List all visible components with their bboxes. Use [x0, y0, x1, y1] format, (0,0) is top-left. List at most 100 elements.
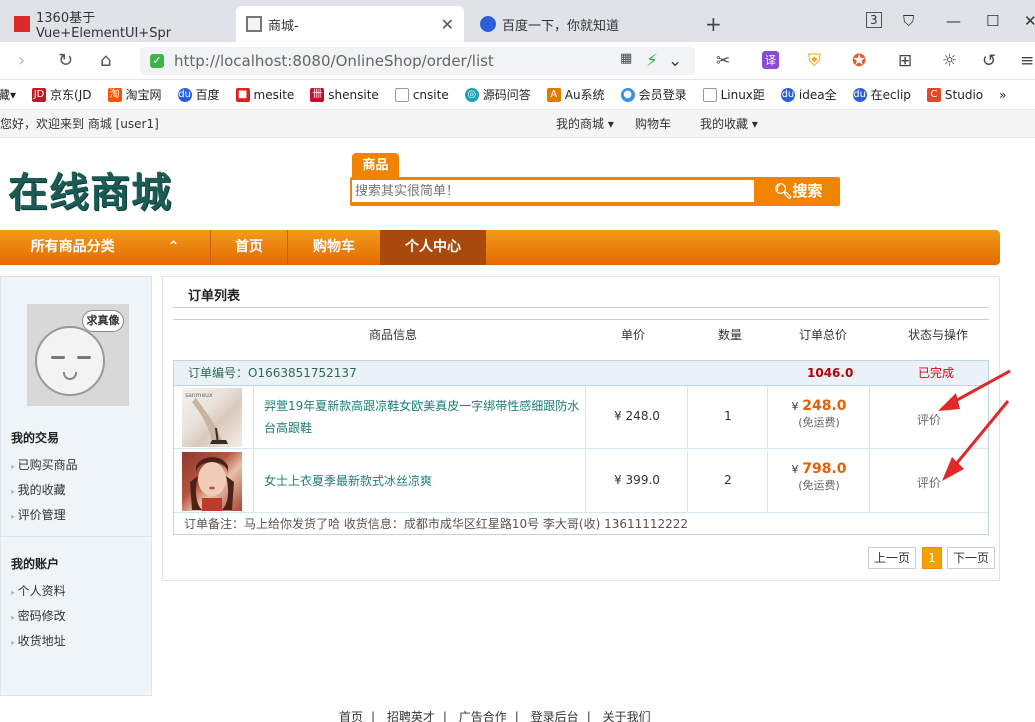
bookmark-item[interactable]: JD 京东(JD: [32, 86, 92, 103]
browser-tab-3[interactable]: 百度一下，你就知道: [470, 6, 698, 42]
reload-icon[interactable]: ↻: [58, 50, 73, 71]
page-favicon-icon: [246, 16, 262, 32]
close-window-icon[interactable]: ✕: [1024, 12, 1035, 30]
bookmark-item[interactable]: ■ mesite: [235, 87, 294, 102]
sidebar-item-profile[interactable]: 个人资料: [11, 582, 66, 599]
tab-close-icon[interactable]: ✕: [441, 15, 454, 34]
review-link[interactable]: 评价: [870, 474, 988, 491]
dropdown-icon[interactable]: ⌄: [668, 51, 682, 71]
footer-link-about[interactable]: 关于我们: [603, 710, 651, 722]
product-name-link[interactable]: 羿萱19年夏新款高跟凉鞋女欧美真皮一字绑带性感细跟防水台高跟鞋: [264, 395, 584, 439]
column-header: 商品信息: [368, 328, 417, 342]
minimize-icon[interactable]: —: [946, 12, 961, 30]
taobao-icon: 淘: [107, 87, 122, 102]
next-page-button[interactable]: 下一页: [947, 547, 995, 569]
bookmarks-more[interactable]: »: [999, 88, 1006, 102]
secure-shield-icon: ✓: [150, 54, 164, 68]
new-tab-icon[interactable]: +: [705, 12, 722, 36]
cart-link[interactable]: 购物车: [635, 110, 671, 138]
bookmark-item[interactable]: cnsite: [394, 87, 449, 102]
menu-icon[interactable]: ≡: [1020, 51, 1034, 71]
maximize-icon[interactable]: ☐: [986, 12, 999, 30]
svg-text:sanmeux: sanmeux: [185, 392, 213, 399]
qa-icon: ◎: [464, 87, 479, 102]
table-header: 商品信息 单价 数量 订单总价 状态与操作: [173, 319, 989, 349]
home-icon[interactable]: ⌂: [100, 50, 111, 71]
footer-link-jobs[interactable]: 招聘英才: [387, 710, 435, 722]
site-top-bar: 您好，欢迎来到 商城 [user1] 我的商城 ▾ 购物车 我的收藏 ▾: [0, 110, 1035, 138]
brightness-icon[interactable]: ☼: [942, 51, 957, 71]
sidebar-item-purchased[interactable]: 已购买商品: [11, 456, 78, 473]
bookmark-item[interactable]: du idea全: [780, 86, 837, 103]
sidebar-item-favorites[interactable]: 我的收藏: [11, 481, 66, 498]
sidebar-item-reviews[interactable]: 评价管理: [11, 506, 66, 523]
order-remark: 订单备注：马上给你发货了哈 收货信息：成都市成华区红星路10号 李大哥(收) 1…: [184, 517, 689, 531]
column-header: 订单总价: [798, 328, 847, 342]
address-bar: › ↻ ⌂ ✓ http://localhost:8080/OnlineShop…: [0, 42, 1035, 80]
shirt-icon[interactable]: ⛉: [903, 12, 914, 30]
sidebar-item-address[interactable]: 收货地址: [11, 632, 66, 649]
avatar-face-icon: [35, 326, 105, 396]
search-button[interactable]: 🔍︎搜索: [760, 180, 836, 202]
welcome-text: 您好，欢迎来到 商城 [user1]: [0, 117, 159, 131]
site-logo[interactable]: 在线商城: [8, 160, 172, 218]
bookmark-item[interactable]: ● 会员登录: [620, 86, 687, 103]
bookmark-item[interactable]: 淘淘宝网: [107, 86, 162, 103]
member-icon: ●: [620, 87, 635, 102]
nav-personal-center[interactable]: 个人中心: [380, 230, 486, 265]
tab-count-icon[interactable]: 3: [866, 12, 882, 28]
baidu-favicon-icon: [480, 16, 496, 32]
footer-link-home[interactable]: 首页: [339, 710, 363, 722]
url-text: http://localhost:8080/OnlineShop/order/l…: [174, 52, 494, 70]
avatar: 求真像: [27, 304, 129, 406]
bookmark-item[interactable]: 卌 shensite: [310, 87, 379, 102]
bookmark-item[interactable]: Linux距: [702, 86, 765, 103]
column-header: 数量: [717, 328, 742, 342]
product-name-link[interactable]: 女士上衣夏季最新款式冰丝凉爽: [264, 470, 584, 492]
nav-cart[interactable]: 购物车: [288, 230, 380, 265]
forward-icon[interactable]: ›: [18, 50, 25, 71]
nav-all-categories[interactable]: 所有商品分类 ⌃: [0, 230, 210, 265]
grid-icon[interactable]: ⊞: [898, 51, 912, 71]
bookmark-item[interactable]: ◎ 源码问答: [464, 86, 531, 103]
nav-home[interactable]: 首页: [211, 230, 287, 265]
prev-page-button[interactable]: 上一页: [868, 547, 916, 569]
page-icon: [394, 87, 409, 102]
bookmark-item[interactable]: du 百度: [177, 86, 220, 103]
baidu-icon: du: [177, 87, 192, 102]
product-thumbnail[interactable]: [182, 452, 242, 511]
undo-icon[interactable]: ↺: [982, 51, 996, 71]
my-shop-link[interactable]: 我的商城 ▾: [556, 110, 614, 138]
column-header: 单价: [620, 328, 645, 342]
shield-icon[interactable]: ⛨: [808, 51, 821, 71]
review-link[interactable]: 评价: [870, 411, 988, 428]
quantity: 1: [724, 409, 732, 423]
bookmark-item[interactable]: 藏 ▾: [0, 86, 16, 103]
favorites-link[interactable]: 我的收藏 ▾: [700, 110, 758, 138]
footer-link-ads[interactable]: 广告合作: [459, 710, 507, 722]
lightning-icon[interactable]: ⚡: [646, 51, 658, 71]
bookmark-item[interactable]: du 在eclip: [852, 86, 911, 103]
bookmark-item[interactable]: C Studio: [926, 87, 983, 102]
translate-icon[interactable]: 译: [762, 51, 779, 69]
product-thumbnail[interactable]: sanmeux: [182, 388, 242, 447]
footer-link-admin[interactable]: 登录后台: [531, 710, 579, 722]
scissors-icon[interactable]: ✂: [716, 51, 730, 71]
bookmark-item[interactable]: A Au系统: [546, 86, 605, 103]
shensite-icon: 卌: [310, 87, 325, 102]
browser-tab-1[interactable]: 1360基于Vue+ElementUI+Spr: [4, 6, 232, 42]
chevron-up-icon: ⌃: [167, 239, 180, 255]
jd-icon: JD: [32, 87, 47, 102]
qr-icon[interactable]: ▦: [620, 51, 632, 66]
url-field[interactable]: ✓ http://localhost:8080/OnlineShop/order…: [140, 47, 695, 75]
footer-links: 首页 | 招聘英才 | 广告合作 | 登录后台 | 关于我们: [339, 710, 651, 722]
game-icon[interactable]: ✪: [852, 51, 866, 71]
main-nav: 所有商品分类 ⌃ 首页 购物车 个人中心: [0, 230, 1000, 265]
unit-price: ¥ 248.0: [614, 409, 660, 423]
site-favicon-icon: [14, 16, 30, 32]
sidebar-item-password[interactable]: 密码修改: [11, 607, 66, 624]
search-input[interactable]: [352, 180, 754, 202]
browser-tab-2[interactable]: 商城- ✕: [236, 6, 464, 42]
search-category-tab[interactable]: 商品: [352, 153, 399, 178]
current-page[interactable]: 1: [922, 547, 942, 569]
